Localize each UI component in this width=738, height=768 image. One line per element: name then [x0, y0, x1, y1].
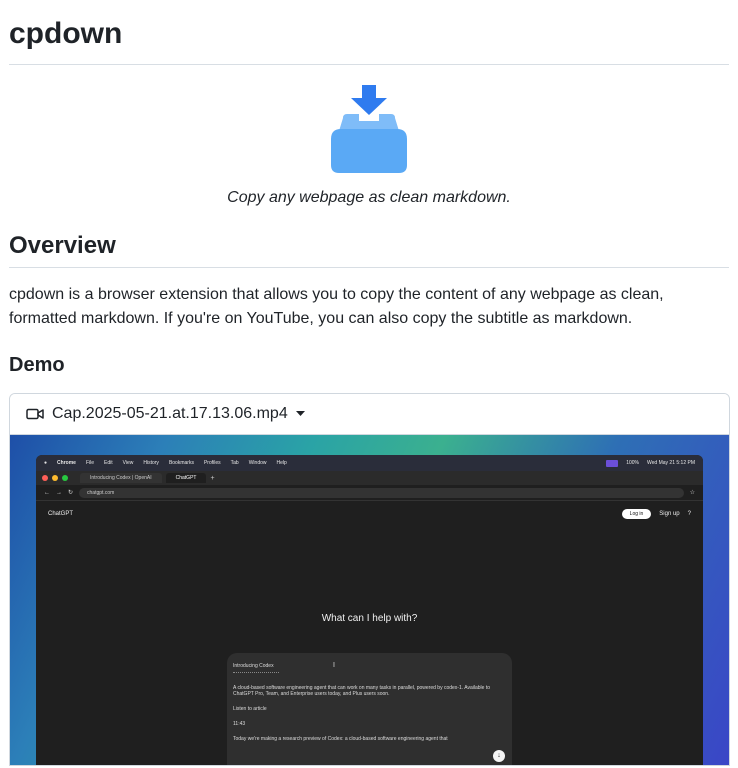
- chatgpt-prompt: What can I help with?: [321, 613, 418, 624]
- text-cursor-icon: I: [333, 662, 335, 669]
- battery-level: 100%: [626, 460, 639, 466]
- menubar-app: Chrome: [57, 460, 76, 466]
- signup-link: Sign up: [659, 511, 680, 517]
- menubar-item: Help: [276, 460, 287, 466]
- menubar-item: Bookmarks: [168, 460, 194, 466]
- browser-tab: Introducing Codex | OpenAI: [80, 473, 162, 483]
- menubar-item: History: [143, 460, 159, 466]
- video-player[interactable]: ● Chrome File Edit View History Bookmark…: [10, 435, 729, 765]
- minimize-window-icon: [52, 475, 58, 481]
- close-window-icon: [42, 475, 48, 481]
- menubar-item: Window: [248, 460, 267, 466]
- reload-icon: ↻: [68, 490, 74, 496]
- overview-text: cpdown is a browser extension that allow…: [9, 286, 664, 327]
- menubar-item: File: [85, 460, 94, 466]
- card-body: A cloud-based software engineering agent…: [233, 685, 491, 697]
- menubar-item: Profiles: [203, 460, 221, 466]
- video-camera-icon: [26, 408, 44, 420]
- chatgpt-auth: Log in Sign up ?: [621, 509, 691, 519]
- back-icon: ←: [44, 489, 50, 496]
- readme-page: cpdown Copy any webpage as clean markdow…: [0, 0, 738, 766]
- menubar-item: Edit: [104, 460, 113, 466]
- card-listen: Listen to article: [233, 706, 267, 712]
- star-icon: ☆: [689, 490, 695, 496]
- card-title: Introducing Codex: [233, 663, 274, 669]
- chatgpt-header: ChatGPT Log in Sign up ?: [36, 501, 703, 527]
- video-screenshot: ● Chrome File Edit View History Bookmark…: [36, 455, 703, 765]
- login-pill: Log in: [621, 509, 652, 519]
- caret-down-icon[interactable]: [295, 411, 305, 417]
- overview-heading: Overview: [9, 231, 729, 268]
- chatgpt-input-card: Introducing Codex A cloud-based software…: [227, 653, 512, 765]
- menubar-item: Tab: [230, 460, 239, 466]
- tagline: Copy any webpage as clean markdown.: [227, 189, 511, 206]
- flag-icon: [606, 459, 619, 467]
- download-tray-icon: [9, 85, 729, 175]
- menubar-item: View: [122, 460, 134, 466]
- new-tab-icon: +: [210, 474, 215, 482]
- demo-heading: Demo: [9, 354, 65, 376]
- maximize-window-icon: [62, 475, 68, 481]
- mac-menubar: ● Chrome File Edit View History Bookmark…: [36, 455, 703, 471]
- card-divider: [233, 672, 279, 673]
- help-icon: ?: [687, 511, 691, 517]
- browser-tab: ChatGPT: [165, 473, 207, 483]
- chatgpt-app-name: ChatGPT: [48, 511, 74, 517]
- video-embed: Cap.2025-05-21.at.17.13.06.mp4 ● Chrome …: [9, 393, 730, 766]
- apple-icon: ●: [44, 460, 48, 466]
- browser-addressbar: ← → ↻ chatgpt.com ☆: [36, 485, 703, 501]
- video-header[interactable]: Cap.2025-05-21.at.17.13.06.mp4: [10, 394, 729, 435]
- video-filename: Cap.2025-05-21.at.17.13.06.mp4: [52, 405, 288, 422]
- menubar-datetime: Wed May 21 5:12 PM: [647, 460, 695, 466]
- forward-icon: →: [56, 489, 62, 496]
- card-footer: Today we're making a research preview of…: [233, 736, 448, 742]
- menubar-status: 100% Wed May 21 5:12 PM: [606, 459, 695, 467]
- url-field: chatgpt.com: [79, 487, 684, 498]
- page-title: cpdown: [9, 0, 729, 65]
- scroll-down-icon: ↓: [493, 750, 505, 762]
- card-duration: 11:43: [233, 721, 246, 727]
- hero: Copy any webpage as clean markdown.: [9, 65, 729, 207]
- browser-tabbar: Introducing Codex | OpenAI ChatGPT +: [36, 471, 703, 485]
